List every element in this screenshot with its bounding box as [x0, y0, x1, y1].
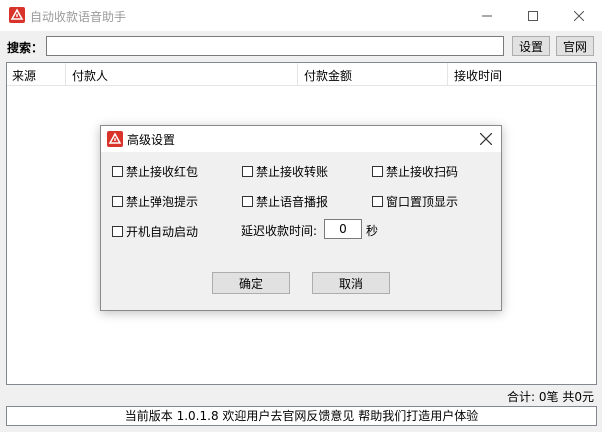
dialog-close-button[interactable] [471, 126, 501, 152]
checkbox-disable-transfer[interactable]: 禁止接收转账 [242, 163, 328, 180]
checkbox-box[interactable] [372, 196, 383, 207]
status-bar: 当前版本 1.0.1.8 欢迎用户去官网反馈意见 帮助我们打造用户体验 [6, 406, 597, 426]
checkbox-disable-scan[interactable]: 禁止接收扫码 [372, 163, 458, 180]
column-divider[interactable] [447, 63, 448, 85]
dialog-app-icon [107, 131, 123, 147]
checkbox-box[interactable] [112, 166, 123, 177]
advanced-settings-dialog: 高级设置 禁止接收红包 禁止接收转账 禁止接收扫码 禁止弹泡提示 禁止语音播报 … [100, 125, 502, 311]
checkbox-disable-red-packet[interactable]: 禁止接收红包 [112, 163, 198, 180]
search-input[interactable] [46, 36, 504, 56]
minimize-icon [482, 15, 492, 16]
website-button[interactable]: 官网 [556, 36, 594, 56]
checkbox-label: 禁止弹泡提示 [126, 195, 199, 209]
dialog-title-bar[interactable]: 高级设置 [101, 126, 501, 152]
checkbox-auto-start[interactable]: 开机自动启动 [112, 223, 198, 240]
delay-input[interactable] [324, 219, 362, 239]
checkbox-box[interactable] [242, 166, 253, 177]
delay-unit: 秒 [366, 224, 379, 238]
column-payer[interactable]: 付款人 [72, 67, 108, 84]
app-icon [9, 7, 25, 23]
checkbox-always-on-top[interactable]: 窗口置顶显示 [372, 193, 458, 210]
settings-button[interactable]: 设置 [512, 36, 550, 56]
column-divider[interactable] [297, 63, 298, 85]
maximize-icon [528, 10, 538, 21]
summary: 合计: 0笔 共0元 [507, 388, 594, 405]
checkbox-label: 禁止接收红包 [126, 165, 199, 179]
minimize-button[interactable] [464, 0, 510, 31]
maximize-button[interactable] [510, 0, 556, 31]
column-time[interactable]: 接收时间 [454, 67, 502, 84]
cancel-button[interactable]: 取消 [312, 272, 390, 294]
column-source[interactable]: 来源 [12, 67, 36, 84]
title-bar[interactable]: 自动收款语音助手 [0, 0, 602, 31]
close-button[interactable] [556, 0, 602, 31]
close-icon [480, 133, 492, 145]
close-icon [574, 10, 584, 21]
search-label: 搜索： [7, 41, 44, 55]
checkbox-box[interactable] [112, 196, 123, 207]
checkbox-disable-voice[interactable]: 禁止语音播报 [242, 193, 328, 210]
checkbox-box[interactable] [372, 166, 383, 177]
checkbox-box[interactable] [112, 226, 123, 237]
ok-button[interactable]: 确定 [212, 272, 290, 294]
checkbox-label: 禁止接收扫码 [386, 165, 459, 179]
column-amount[interactable]: 付款金额 [304, 67, 352, 84]
total-count: 合计: 0笔 [507, 390, 559, 404]
checkbox-label: 禁止接收转账 [256, 165, 329, 179]
checkbox-box[interactable] [242, 196, 253, 207]
list-header: 来源 付款人 付款金额 接收时间 [7, 63, 596, 86]
checkbox-disable-popup[interactable]: 禁止弹泡提示 [112, 193, 198, 210]
column-divider[interactable] [65, 63, 66, 85]
delay-label: 延迟收款时间: [241, 224, 318, 238]
dialog-title: 高级设置 [127, 133, 176, 147]
checkbox-label: 开机自动启动 [126, 225, 199, 239]
window-title: 自动收款语音助手 [30, 10, 127, 24]
total-amount: 共0元 [562, 390, 594, 404]
checkbox-label: 禁止语音播报 [256, 195, 329, 209]
checkbox-label: 窗口置顶显示 [386, 195, 459, 209]
